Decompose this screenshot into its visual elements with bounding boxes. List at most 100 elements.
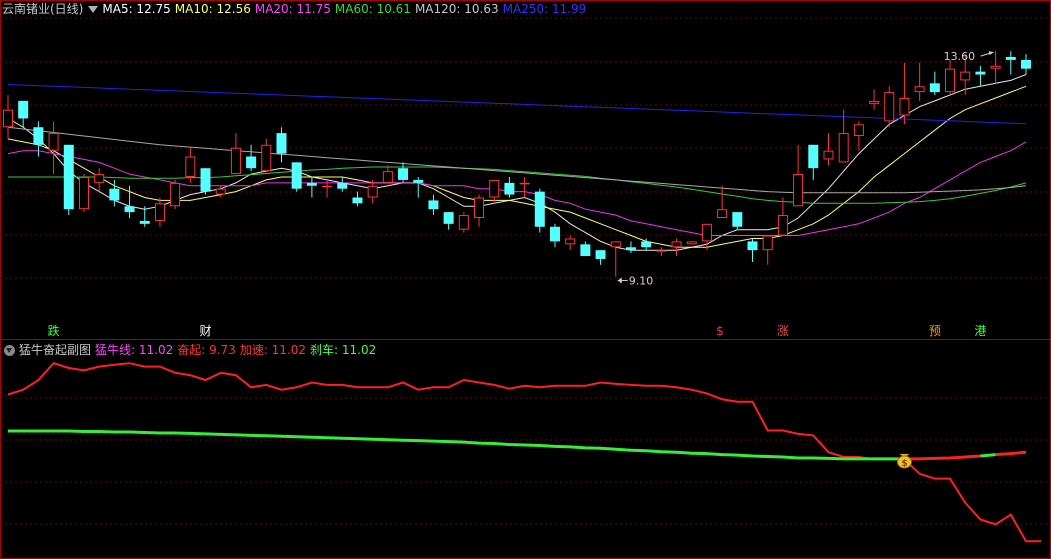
candle-up — [458, 215, 469, 230]
candle-up — [322, 185, 333, 188]
candle-down — [200, 168, 211, 192]
ma-line-ma120 — [7, 126, 1027, 194]
candle-up — [671, 241, 682, 248]
ma-legend-item: MA20: 11.75 — [254, 2, 331, 16]
candle-up — [610, 241, 621, 248]
ma-line-ma250 — [7, 84, 1027, 125]
candle-down — [352, 197, 363, 204]
fenqi-line — [7, 362, 1042, 543]
candle-up — [945, 68, 956, 93]
candle-down — [534, 191, 545, 227]
event-marker[interactable]: 预 — [929, 324, 941, 338]
candle-up — [793, 174, 804, 207]
event-marker[interactable]: 跌 — [48, 324, 60, 338]
candle-up — [990, 65, 1001, 69]
candle-down — [124, 206, 135, 213]
candle-up — [519, 182, 530, 185]
stock-chart-canvas: 13.60 9.10 $ — [0, 0, 1051, 559]
candle-down — [109, 188, 120, 201]
chart-title[interactable]: 云南锗业(日线) — [2, 2, 83, 16]
ma-legend-item: MA5: 12.75 — [102, 2, 171, 16]
candle-up — [869, 100, 880, 104]
candle-up — [656, 250, 667, 252]
ma-line-ma5 — [7, 74, 1027, 251]
candle-up — [185, 156, 196, 178]
main-chart-header: 云南锗业(日线) MA5: 12.75 MA10: 12.56 MA20: 11.75… — [2, 0, 594, 18]
candle-down — [18, 100, 29, 119]
candle-down — [929, 83, 940, 93]
ma-legend-item: MA10: 12.56 — [174, 2, 251, 16]
high-price-label: 13.60 — [944, 50, 976, 63]
candle-down — [975, 71, 986, 75]
candle-down — [33, 127, 44, 145]
candle-up — [960, 71, 971, 81]
candle-up — [382, 171, 393, 183]
candle-down — [732, 212, 743, 227]
candle-up — [230, 147, 241, 175]
money-bag-icon: $ — [901, 459, 907, 469]
candle-down — [398, 168, 409, 180]
candle-up — [215, 188, 226, 195]
candle-up — [3, 109, 13, 128]
sub-chart-header: 猛牛奋起副图 猛牛线: 11.02 奋起: 9.73 加速: 11.02 刹车: 11.… — [2, 341, 384, 359]
candle-up — [823, 150, 834, 160]
ma-legend-item: MA250: 11.99 — [502, 2, 587, 16]
indicator-legend-item: 刹车: 11.02 — [310, 343, 377, 357]
event-marker[interactable]: 港 — [974, 324, 986, 338]
candle-down — [580, 244, 591, 257]
candle-up — [914, 86, 925, 93]
candle-up — [94, 174, 105, 183]
low-price-label: 9.10 — [629, 275, 654, 288]
candle-down — [504, 182, 515, 195]
chart-border — [0, 0, 1051, 559]
mengniu-line — [8, 429, 905, 461]
candle-down — [595, 250, 606, 259]
candle-up — [762, 235, 773, 251]
candle-up — [884, 92, 895, 122]
candle-down — [549, 226, 560, 242]
candle-down — [443, 212, 454, 224]
sub-chart-title[interactable]: 猛牛奋起副图 — [19, 343, 91, 357]
ma-legend-item: MA60: 10.61 — [334, 2, 411, 16]
candle-down — [747, 241, 758, 251]
candle-up — [154, 203, 165, 221]
candle-up — [474, 197, 485, 218]
candle-down — [139, 220, 150, 224]
collapse-circle-icon[interactable] — [4, 345, 15, 356]
candle-down — [1005, 56, 1016, 60]
candle-down — [246, 156, 257, 169]
candle-up — [78, 177, 89, 210]
candle-down — [63, 144, 74, 210]
candle-up — [701, 223, 712, 242]
ma-line-ma20 — [7, 141, 1027, 236]
low-arrow-head — [617, 277, 622, 284]
candle-up — [261, 144, 272, 172]
candle-down — [625, 247, 636, 251]
candle-down — [1021, 59, 1031, 69]
candle-up — [48, 133, 59, 151]
candle-down — [428, 200, 439, 210]
accelerate-line — [995, 450, 1027, 457]
candle-up — [686, 241, 697, 245]
candle-up — [717, 209, 728, 218]
candle-down — [306, 182, 317, 186]
candle-up — [899, 97, 910, 116]
indicator-legend-item: 奋起: 9.73 — [177, 343, 236, 357]
candle-up — [565, 238, 576, 245]
dropdown-triangle-icon[interactable] — [88, 6, 99, 13]
candle-up — [838, 133, 849, 163]
candle-down — [337, 182, 348, 189]
candle-up — [777, 215, 788, 236]
event-marker[interactable]: 涨 — [777, 324, 789, 338]
accelerate-line — [904, 454, 981, 461]
event-marker[interactable]: $ — [716, 324, 724, 338]
ma-legend-item: MA120: 10.63 — [414, 2, 499, 16]
candle-up — [853, 124, 864, 137]
candle-up — [170, 182, 181, 207]
ma-line-ma10 — [7, 85, 1027, 248]
indicator-legend-item: 加速: 11.02 — [239, 343, 307, 357]
candle-down — [276, 133, 287, 154]
event-marker[interactable]: 财 — [200, 324, 212, 338]
indicator-legend-item: 猛牛线: 11.02 — [95, 343, 174, 357]
candle-down — [413, 179, 424, 183]
